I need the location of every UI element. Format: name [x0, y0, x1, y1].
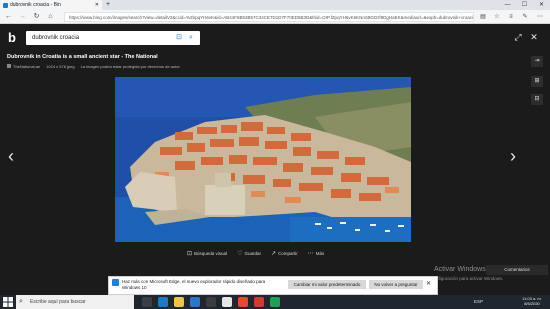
share-icon: ↗: [270, 251, 276, 257]
close-viewer-icon[interactable]: ✕: [528, 30, 540, 44]
image-size: 1024 x 576 jpeg: [46, 64, 75, 69]
taskbar-search-icon: ⌕: [19, 298, 23, 305]
forward-icon[interactable]: →: [17, 10, 28, 24]
action-label: Compartir: [278, 251, 298, 256]
chrome-icon[interactable]: [222, 297, 232, 307]
taskbar-search-input[interactable]: Escribe aquí para buscar: [30, 295, 86, 309]
bing-favicon-icon: [3, 2, 8, 8]
pdf-app-icon[interactable]: [254, 297, 264, 307]
visual-search-icon[interactable]: ⊡: [174, 31, 184, 45]
image-title[interactable]: Dubrovnik in Croatia is a small ancient …: [7, 54, 158, 60]
next-image-arrow[interactable]: ›: [506, 145, 520, 167]
firefox-icon[interactable]: [238, 297, 248, 307]
visual-search-action-icon: ⊡: [187, 251, 193, 257]
notification-close-icon[interactable]: ✕: [426, 280, 431, 289]
store-icon[interactable]: [190, 297, 200, 307]
action-label: Búsqueda visual: [194, 251, 228, 256]
side-pin-icon[interactable]: ⊞: [531, 76, 543, 87]
notes-icon[interactable]: ✎: [520, 12, 530, 22]
action-label: Más: [315, 251, 325, 256]
taskbar-clock[interactable]: 11:03 a. m. 8/5/2020: [520, 296, 544, 306]
edge-info-icon: [112, 279, 119, 286]
system-tray[interactable]: ESP: [474, 295, 483, 309]
visual-search-button[interactable]: ⊡ Búsqueda visual: [187, 250, 227, 257]
comments-button[interactable]: Comentarios: [486, 265, 548, 275]
search-icon[interactable]: ⌕: [186, 31, 196, 45]
windows-start-icon[interactable]: [3, 297, 13, 307]
window-controls: — ☐ ✕: [499, 0, 550, 10]
green-app-icon[interactable]: [270, 297, 280, 307]
side-collection-icon[interactable]: ⊟: [531, 94, 543, 105]
action-label: Guardar: [244, 251, 261, 256]
file-explorer-icon[interactable]: [174, 297, 184, 307]
tab-title: dubrovnik croacia - Bin: [10, 2, 61, 8]
mail-icon[interactable]: [206, 297, 216, 307]
home-icon[interactable]: ⌂: [45, 10, 56, 24]
side-share-icon[interactable]: ⇥: [531, 56, 543, 67]
image-actions: ⊡ Búsqueda visual ♡ Guardar ↗ Compartir ⋯ Má…: [187, 250, 324, 257]
task-view-icon[interactable]: [142, 297, 152, 307]
license-note[interactable]: La imagen podría estar protegida por der…: [81, 64, 180, 69]
clock-date: 8/5/2020: [524, 301, 540, 306]
favorite-star-icon[interactable]: ☆: [492, 12, 502, 22]
activate-windows-title: Activar Windows: [434, 266, 486, 273]
previous-image-arrow[interactable]: ‹: [4, 145, 18, 167]
change-default-button[interactable]: Cambiar mi valor predeterminado: [288, 280, 366, 289]
edge-taskbar-icon[interactable]: [158, 297, 168, 307]
dubrovnik-photo-drawing: [115, 77, 411, 242]
more-button[interactable]: ⋯ Más: [308, 250, 325, 257]
more-icon[interactable]: ⋯: [535, 12, 545, 22]
dubrovnik-photo[interactable]: [115, 77, 411, 242]
refresh-icon[interactable]: ↻: [31, 10, 42, 24]
heart-icon: ♡: [237, 251, 243, 257]
image-meta: TheNational.ae 1024 x 576 jpeg La imagen…: [7, 64, 180, 69]
save-button[interactable]: ♡ Guardar: [237, 250, 261, 257]
image-source[interactable]: TheNational.ae: [13, 64, 40, 69]
minimize-button[interactable]: —: [499, 0, 516, 10]
source-favicon-icon: [7, 64, 11, 68]
reading-view-icon[interactable]: ▤: [478, 12, 488, 22]
url-field[interactable]: https://www.bing.com/images/search?view=…: [64, 12, 474, 22]
hub-icon[interactable]: ≡: [506, 12, 516, 22]
more-dots-icon: ⋯: [307, 251, 314, 257]
search-input[interactable]: dubrovnik croacia: [32, 31, 79, 45]
close-window-button[interactable]: ✕: [533, 0, 550, 10]
dont-ask-again-button[interactable]: No volver a preguntar: [369, 280, 423, 289]
browser-tab[interactable]: dubrovnik croacia - Bin ✕: [0, 0, 102, 10]
new-tab-button[interactable]: +: [104, 0, 112, 10]
back-icon[interactable]: ←: [3, 10, 14, 24]
tab-close-icon[interactable]: ✕: [95, 2, 99, 8]
maximize-button[interactable]: ☐: [516, 0, 533, 10]
expand-icon[interactable]: ⤢: [512, 30, 524, 44]
share-button[interactable]: ↗ Compartir: [271, 250, 298, 257]
notification-text: Haz más con Microsoft Edge, el nuevo exp…: [122, 279, 266, 290]
bing-logo-icon[interactable]: b: [8, 31, 20, 45]
